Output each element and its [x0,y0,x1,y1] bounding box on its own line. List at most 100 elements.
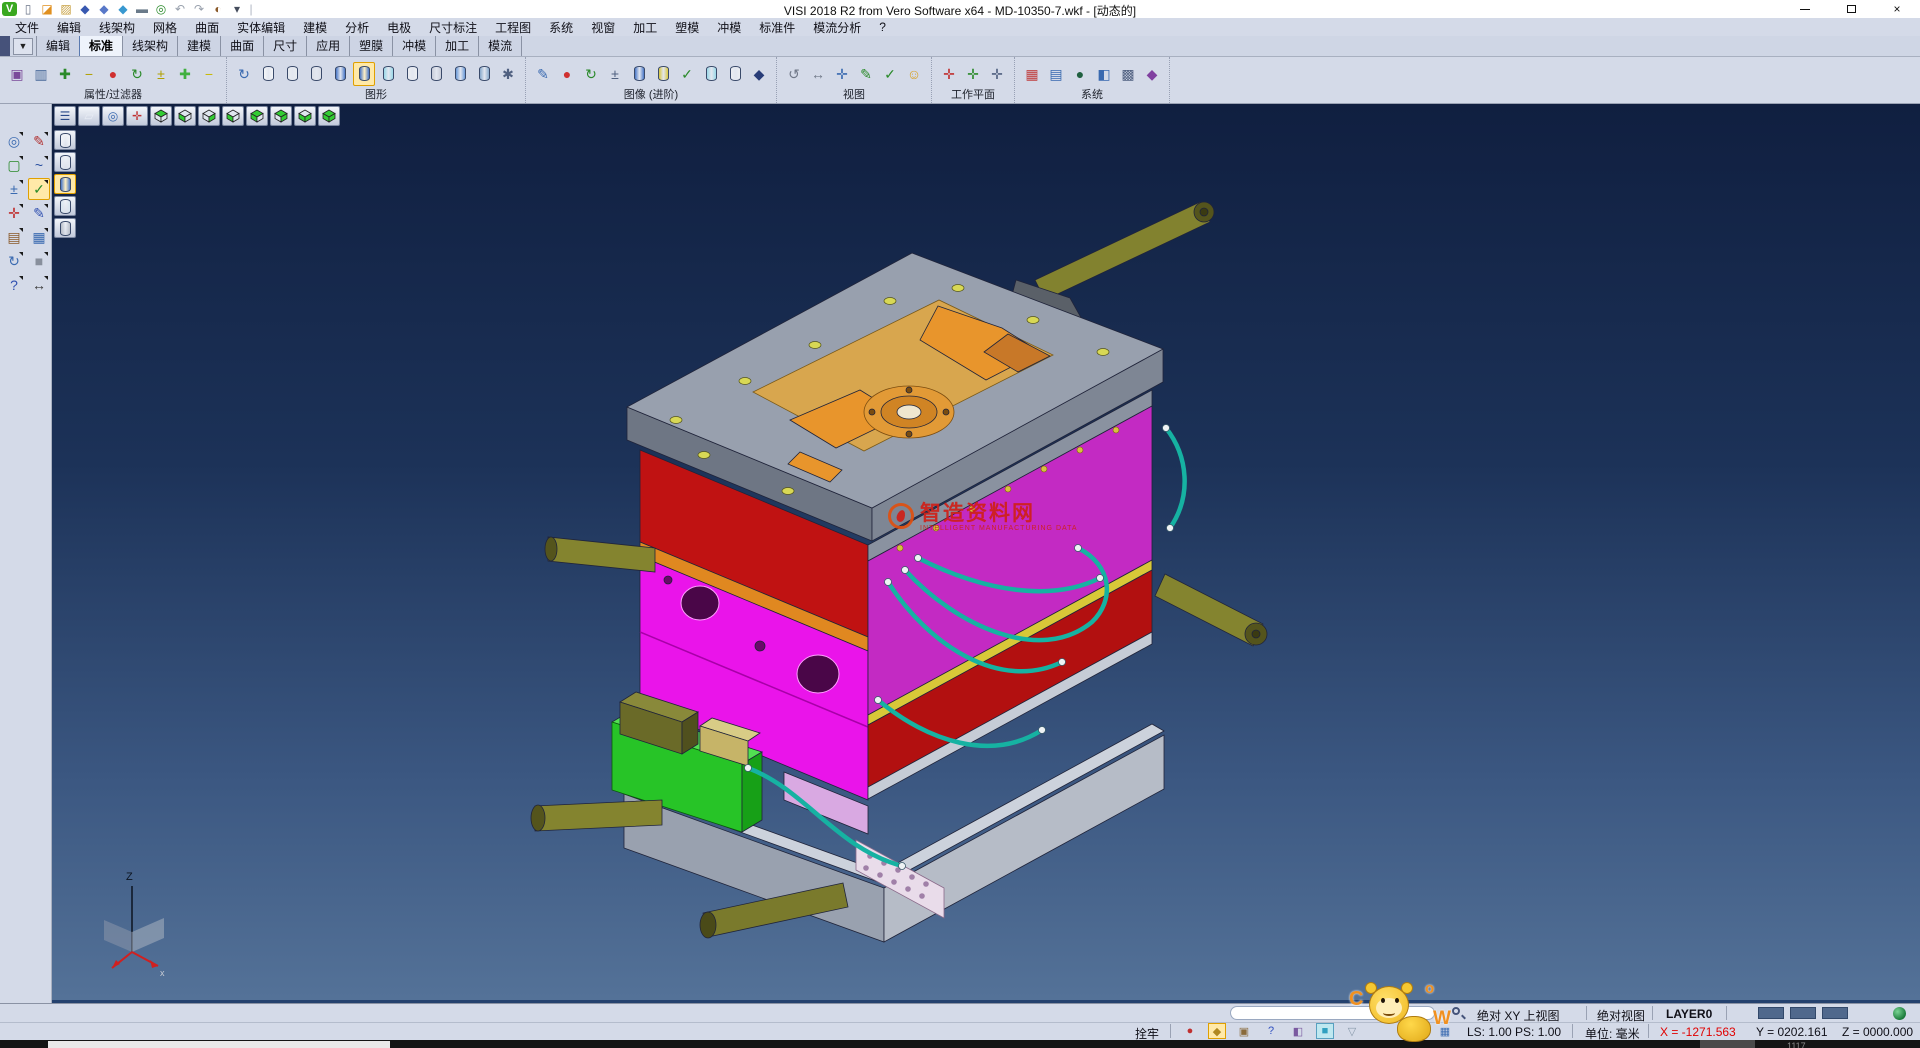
workplane-entity-icon[interactable]: ✛ [962,62,984,86]
view-menu-icon[interactable]: ☰ [54,106,76,126]
absolute-view-label[interactable]: 绝对视图 [1597,1007,1645,1024]
world-settings-icon[interactable]: ● [1069,62,1091,86]
menu-item-9[interactable]: 尺寸标注 [420,19,486,36]
selection-zoom-icon[interactable]: ◎ [3,130,25,152]
cube-front-right-view-icon[interactable] [294,106,316,126]
show-all-icon[interactable]: ✚ [174,62,196,86]
view-axis-icon[interactable]: ✛ [831,62,853,86]
menu-item-15[interactable]: 冲模 [708,19,750,36]
menu-item-6[interactable]: 建模 [294,19,336,36]
active-layer-label[interactable]: LAYER0 [1666,1007,1712,1021]
tab-线架构[interactable]: 线架构 [122,35,178,56]
validate-check-icon[interactable]: ✓ [28,178,50,200]
record-macro-icon[interactable]: ● [1181,1023,1199,1039]
menu-item-4[interactable]: 曲面 [186,19,228,36]
maximize-button[interactable] [1828,0,1874,18]
bounds-frame-icon[interactable]: ▢ [3,154,25,176]
tab-曲面[interactable]: 曲面 [220,35,264,56]
stamp-tool-icon[interactable]: ▣ [1235,1023,1253,1039]
layer-attributes-icon[interactable]: ▤ [3,226,25,248]
menu-item-10[interactable]: 工程图 [486,19,540,36]
tab-标准[interactable]: 标准 [79,35,123,56]
background-swatch-0[interactable] [1758,1007,1784,1019]
world-status-icon[interactable] [1893,1007,1906,1020]
attributes-by-image-icon[interactable]: ▥ [30,62,52,86]
tab-应用[interactable]: 应用 [306,35,350,56]
close-button[interactable]: × [1874,0,1920,18]
cube-top-view-icon[interactable] [150,106,172,126]
dashed-hidden-cylinder-icon[interactable] [305,62,327,86]
regen-shading-icon[interactable]: ↻ [580,62,602,86]
tab-模流[interactable]: 模流 [478,35,522,56]
translucent-cylinder-icon[interactable] [377,62,399,86]
validate-shading-icon[interactable]: ✓ [676,62,698,86]
pan-view-icon[interactable]: ↔ [807,62,829,86]
menu-item-7[interactable]: 分析 [336,19,378,36]
system-monitor-icon[interactable]: ▤ [1045,62,1067,86]
shaded-cylinder-icon[interactable] [329,62,351,86]
mold-3d-model[interactable]: Z x [52,104,1920,1003]
lights-icon[interactable]: ● [556,62,578,86]
render-settings-icon[interactable]: ✱ [497,62,519,86]
tab-尺寸[interactable]: 尺寸 [263,35,307,56]
regenerate-icon[interactable]: ↻ [3,250,25,272]
ucs-axes-icon[interactable]: ✛ [3,202,25,224]
wireframe-mode-icon[interactable] [54,130,76,150]
cube-iso-view-icon[interactable] [318,106,340,126]
curve-edit-icon[interactable]: ✎ [28,202,50,224]
menu-item-11[interactable]: 系统 [540,19,582,36]
rotate-view-icon[interactable]: ↺ [783,62,805,86]
sketch-spline-icon[interactable]: ~ [28,154,50,176]
zoom-view-icon[interactable]: ◎ [102,106,124,126]
flat-shade-cylinder-icon[interactable] [401,62,423,86]
cube-top-front-view-icon[interactable] [246,106,268,126]
workplane-free-icon[interactable]: ✛ [986,62,1008,86]
tab-加工[interactable]: 加工 [435,35,479,56]
cube-back-view-icon[interactable] [222,106,244,126]
tab-编辑[interactable]: 编辑 [36,35,80,56]
menu-item-0[interactable]: 文件 [6,19,48,36]
cube-top-right-view-icon[interactable] [270,106,292,126]
transparent-mode-icon[interactable] [54,196,76,216]
gold-material-icon[interactable] [652,62,674,86]
toggle-shading-icon[interactable]: ± [604,62,626,86]
invert-visibility-icon[interactable]: ± [150,62,172,86]
view-lock-label[interactable]: 绝对 XY 上视图 [1477,1007,1559,1024]
os-taskbar[interactable]: 1117 [0,1040,1920,1048]
measure-distance-icon[interactable]: ↔ [28,274,50,296]
export-image-icon[interactable] [473,62,495,86]
blue-material-icon[interactable] [628,62,650,86]
zoom-scale-icon[interactable]: ± [3,178,25,200]
shaded-edges-cylinder-icon[interactable] [353,62,375,86]
menu-item-1[interactable]: 编辑 [48,19,90,36]
mixed-mode-cylinder-icon[interactable] [425,62,447,86]
sketch-view-icon[interactable]: ✎ [855,62,877,86]
package-tool-icon[interactable]: ◧ [1289,1023,1307,1039]
menu-item-8[interactable]: 电极 [378,19,420,36]
menu-item-16[interactable]: 标准件 [750,19,804,36]
tab-塑膜[interactable]: 塑膜 [349,35,393,56]
menu-item-2[interactable]: 线架构 [90,19,144,36]
menu-item-5[interactable]: 实体编辑 [228,19,294,36]
render-cube-icon[interactable]: ■ [1316,1023,1334,1039]
axes-triad-icon[interactable]: ✛ [126,106,148,126]
help-what-icon[interactable]: ? [3,274,25,296]
raster-grid-icon[interactable]: ▩ [1117,62,1139,86]
glass-material-icon[interactable] [700,62,722,86]
selection-filter-icon[interactable]: ◆ [1208,1023,1226,1039]
measure-3d-icon[interactable]: ◆ [1141,62,1163,86]
workplane-display-icon[interactable]: ▱ [78,106,100,126]
context-help-icon[interactable]: ? [1262,1023,1280,1039]
filters-traffic-light-icon[interactable]: ● [102,62,124,86]
shaded-cube-icon[interactable]: ■ [28,250,50,272]
check-view-icon[interactable]: ✓ [879,62,901,86]
tab-冲模[interactable]: 冲模 [392,35,436,56]
hide-all-icon[interactable]: − [198,62,220,86]
cube-right-view-icon[interactable] [198,106,220,126]
refresh-visibility-icon[interactable]: ↻ [126,62,148,86]
menu-item-18[interactable]: ? [870,20,895,34]
erase-mode-icon[interactable] [54,218,76,238]
color-table-icon[interactable]: ▦ [1021,62,1043,86]
hide-entities-icon[interactable]: − [78,62,100,86]
menu-item-13[interactable]: 加工 [624,19,666,36]
